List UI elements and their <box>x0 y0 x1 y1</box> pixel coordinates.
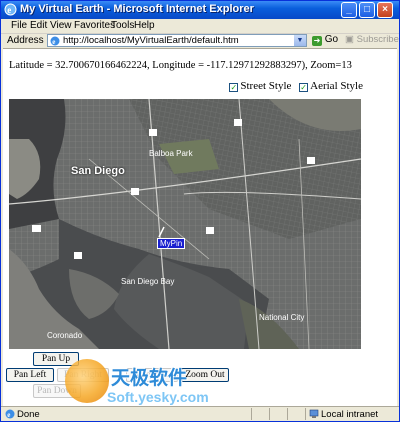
status-divider <box>269 408 270 420</box>
map-city-label: San Diego <box>71 165 125 177</box>
status-bar: e Done Local intranet <box>1 406 399 421</box>
status-text: Done <box>17 409 40 420</box>
svg-text:e: e <box>52 38 55 46</box>
menu-tools[interactable]: Tools <box>111 20 134 31</box>
svg-text:e: e <box>7 5 11 15</box>
menu-favorites[interactable]: Favorites <box>74 20 115 31</box>
map-view[interactable]: San Diego Balboa Park National City Coro… <box>9 99 361 349</box>
map-pin[interactable]: MyPin <box>157 238 186 249</box>
subscribe-label: Subscribe <box>356 34 399 45</box>
aerial-imagery <box>9 99 361 349</box>
status-divider <box>287 408 288 420</box>
map-place-label: Balboa Park <box>149 149 193 158</box>
pan-left-button[interactable]: Pan Left <box>6 368 54 382</box>
window-title: My Virtual Earth - Microsoft Internet Ex… <box>20 3 254 15</box>
title-bar[interactable]: e My Virtual Earth - Microsoft Internet … <box>1 1 399 19</box>
map-style-options: ✓ Street Style ✓ Aerial Style <box>229 80 363 92</box>
address-bar: Address e http://localhost/MyVirtualEart… <box>1 33 399 47</box>
address-input[interactable]: e http://localhost/MyVirtualEarth/defaul… <box>47 34 307 47</box>
aerial-style-label: Aerial Style <box>310 80 363 92</box>
minimize-button[interactable]: _ <box>341 2 357 18</box>
close-button[interactable]: × <box>377 2 393 18</box>
watermark-cn-text: 天极软件 <box>111 367 188 389</box>
ie-logo-icon: e <box>4 3 17 16</box>
page-done-icon: e <box>5 409 15 419</box>
chevron-down-icon[interactable]: ▼ <box>294 35 306 46</box>
menu-help[interactable]: Help <box>134 20 155 31</box>
status-divider <box>251 408 252 420</box>
watermark-url-text: Soft.yesky.com <box>107 389 209 405</box>
status-divider <box>305 408 306 420</box>
street-style-label: Street Style <box>240 80 292 92</box>
street-style-checkbox[interactable]: ✓ <box>229 83 239 92</box>
menu-file[interactable]: File <box>11 20 27 31</box>
page-content: Latitude = 32.700670166462224, Longitude… <box>3 48 397 406</box>
go-label: Go <box>324 34 339 45</box>
menu-bar: File Edit View Favorites Tools Help <box>1 19 399 33</box>
map-place-label: San Diego Bay <box>121 277 175 286</box>
go-button[interactable]: ➜ Go <box>312 34 342 47</box>
go-arrow-icon: ➜ <box>312 36 322 46</box>
page-icon: e <box>50 36 60 46</box>
menu-edit[interactable]: Edit <box>30 20 47 31</box>
address-url: http://localhost/MyVirtualEarth/default.… <box>63 35 239 46</box>
maximize-button[interactable]: □ <box>359 2 375 18</box>
menu-view[interactable]: View <box>50 20 72 31</box>
browser-window: e My Virtual Earth - Microsoft Internet … <box>0 0 400 422</box>
security-zone: Local intranet <box>321 409 379 420</box>
subscribe-button[interactable]: ▣ Subscribe <box>345 34 399 45</box>
intranet-zone-icon <box>309 409 319 418</box>
watermark-logo-icon <box>65 359 109 403</box>
coordinates-readout: Latitude = 32.700670166462224, Longitude… <box>9 60 352 71</box>
aerial-style-checkbox[interactable]: ✓ <box>299 83 309 92</box>
svg-text:e: e <box>7 411 10 419</box>
rss-icon: ▣ <box>345 34 354 45</box>
map-place-label: National City <box>259 313 305 322</box>
map-place-label: Coronado <box>47 331 83 340</box>
address-label: Address <box>7 35 44 46</box>
